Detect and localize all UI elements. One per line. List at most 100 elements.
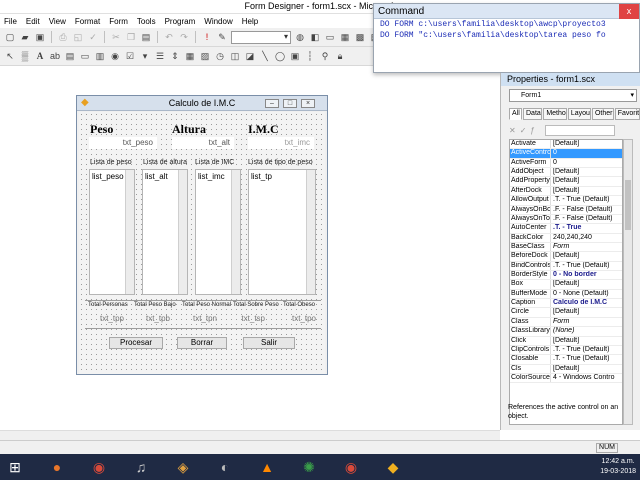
listbox-altura[interactable]: list_alt (142, 169, 188, 295)
shape-icon[interactable]: ◯ (274, 50, 286, 62)
optiongroup-icon[interactable]: ◉ (109, 50, 121, 62)
save-icon[interactable]: ▣ (34, 31, 46, 43)
property-value[interactable]: [Default] (551, 337, 622, 345)
line-icon[interactable]: ╲ (259, 50, 271, 62)
close-icon[interactable]: × (301, 99, 315, 108)
property-value[interactable]: .T. - True (Default) (551, 196, 622, 204)
textbox-total-sobrepeso[interactable]: txt_tsp (231, 313, 269, 325)
accept-icon[interactable]: ✓ (520, 126, 527, 135)
property-row[interactable]: ActiveContro 0 (510, 149, 622, 159)
menu-edit[interactable]: Edit (26, 17, 40, 26)
property-value[interactable]: [Default] (551, 177, 622, 185)
menu-window[interactable]: Window (204, 17, 232, 26)
property-row[interactable]: Click [Default] (510, 336, 622, 346)
command-line[interactable]: DO FORM "c:\users\familia\desktop\tarea … (374, 30, 639, 41)
minimize-icon[interactable]: – (265, 99, 279, 108)
property-row[interactable]: AfterDock [Default] (510, 186, 622, 197)
property-row[interactable]: ColorSource 4 - Windows Contro (510, 373, 622, 384)
menu-form[interactable]: Form (109, 17, 128, 26)
textbox-icon[interactable]: ab (49, 50, 61, 62)
property-value[interactable]: 240,240,240 (551, 234, 622, 242)
property-value[interactable]: [Default] (551, 252, 622, 260)
tab-all[interactable]: All (509, 108, 522, 120)
maximize-icon[interactable]: □ (283, 99, 297, 108)
separator-icon[interactable]: ┆ (304, 50, 316, 62)
property-row[interactable]: BindControls .T. - True (Default) (510, 261, 622, 272)
object-selector[interactable]: Form1 (509, 89, 637, 102)
spinner-icon[interactable]: ⇕ (169, 50, 181, 62)
print-icon[interactable]: ⎙ (57, 31, 69, 43)
property-row[interactable]: Closable .T. - True (Default) (510, 355, 622, 365)
command-window[interactable]: Command x DO FORM c:\users\familia\deskt… (373, 3, 640, 73)
salir-button[interactable]: Salir (243, 337, 295, 349)
menu-view[interactable]: View (49, 17, 66, 26)
menu-program[interactable]: Program (165, 17, 196, 26)
textbox-peso[interactable]: txt_peso (89, 137, 157, 149)
cancel-icon[interactable]: ✕ (509, 126, 516, 135)
redo-icon[interactable]: ↷ (178, 31, 190, 43)
buttongroup-icon[interactable]: ▥ (94, 50, 106, 62)
tab-other[interactable]: Other (591, 108, 614, 120)
firefox-icon[interactable]: ● (42, 455, 72, 479)
checkbox-icon[interactable]: ☑ (124, 50, 136, 62)
property-value[interactable]: [Default] (551, 140, 622, 148)
object-combo[interactable] (231, 30, 291, 44)
scroll-thumb[interactable] (625, 180, 631, 230)
code-icon[interactable]: ▩ (354, 31, 366, 43)
property-row[interactable]: Class Form (510, 317, 622, 328)
run-icon[interactable]: ! (201, 31, 213, 43)
grid-icon[interactable]: ▦ (184, 50, 196, 62)
properties-window[interactable]: Properties - form1.scx Form1 All Data Me… (500, 73, 640, 430)
property-row[interactable]: Activate [Default] (510, 140, 622, 150)
tab-favorites[interactable]: Favorit (614, 108, 640, 120)
new-icon[interactable]: ▢ (4, 31, 16, 43)
property-row[interactable]: AlwaysOnTo .F. - False (Default) (510, 214, 622, 225)
property-row[interactable]: Box [Default] (510, 280, 622, 290)
image-icon[interactable]: ▨ (199, 50, 211, 62)
property-value[interactable]: 0 (551, 159, 622, 167)
view-icon[interactable]: ◧ (309, 31, 321, 43)
property-row[interactable]: AutoCenter .T. - True (510, 224, 622, 234)
property-row[interactable]: BorderStyle 0 - No border (510, 271, 622, 281)
lock-icon[interactable]: 🔒︎ (334, 50, 346, 62)
borrar-button[interactable]: Borrar (177, 337, 227, 349)
chrome-icon[interactable]: ◉ (84, 455, 114, 479)
copy-icon[interactable]: ❐ (125, 31, 137, 43)
menu-help[interactable]: Help (242, 17, 258, 26)
listbox-icon[interactable]: ☰ (154, 50, 166, 62)
system-clock[interactable]: 12:42 a.m. 19-03-2018 (600, 457, 636, 477)
hyperlink-icon[interactable]: ⚲ (319, 50, 331, 62)
property-row[interactable]: AllowOutput .T. - True (Default) (510, 196, 622, 206)
combobox-icon[interactable]: ▾ (139, 50, 151, 62)
property-value[interactable]: [Default] (551, 280, 622, 288)
property-row[interactable]: AddObject [Default] (510, 168, 622, 178)
properties-scrollbar[interactable] (623, 139, 633, 425)
tab-data[interactable]: Data (523, 108, 543, 120)
property-value[interactable]: .T. - True (Default) (551, 355, 622, 363)
property-value[interactable]: [Default] (551, 187, 622, 195)
property-row[interactable]: Circle [Default] (510, 308, 622, 318)
property-row[interactable]: ClassLibrary (None) (510, 327, 622, 337)
property-value[interactable]: .T. - True (Default) (551, 262, 622, 270)
property-value-input[interactable] (544, 124, 615, 136)
property-row[interactable]: Cls [Default] (510, 364, 622, 374)
menu-format[interactable]: Format (75, 17, 100, 26)
textbox-altura[interactable]: txt_alt (172, 137, 234, 149)
timer-icon[interactable]: ◷ (214, 50, 226, 62)
property-row[interactable]: AddProperty [Default] (510, 177, 622, 187)
windows-start-icon[interactable]: ⊞ (0, 455, 30, 479)
tab-methods[interactable]: Metho (543, 108, 567, 120)
textbox-imc[interactable]: txt_imc (248, 137, 314, 149)
property-value[interactable]: 4 - Windows Contro (551, 374, 622, 382)
preview-icon[interactable]: ◱ (72, 31, 84, 43)
property-row[interactable]: BaseClass Form (510, 242, 622, 253)
listbox-imc[interactable]: list_imc (195, 169, 241, 295)
property-row[interactable]: ActiveForm 0 (510, 158, 622, 169)
container-icon[interactable]: ▣ (289, 50, 301, 62)
property-value[interactable]: .F. - False (Default) (551, 206, 622, 214)
menu-file[interactable]: File (4, 17, 17, 26)
foxpro-icon[interactable]: ◆ (378, 455, 408, 479)
property-row[interactable]: BackColor 240,240,240 (510, 233, 622, 243)
property-value[interactable]: 0 (551, 149, 622, 157)
property-value[interactable]: [Default] (551, 168, 622, 176)
